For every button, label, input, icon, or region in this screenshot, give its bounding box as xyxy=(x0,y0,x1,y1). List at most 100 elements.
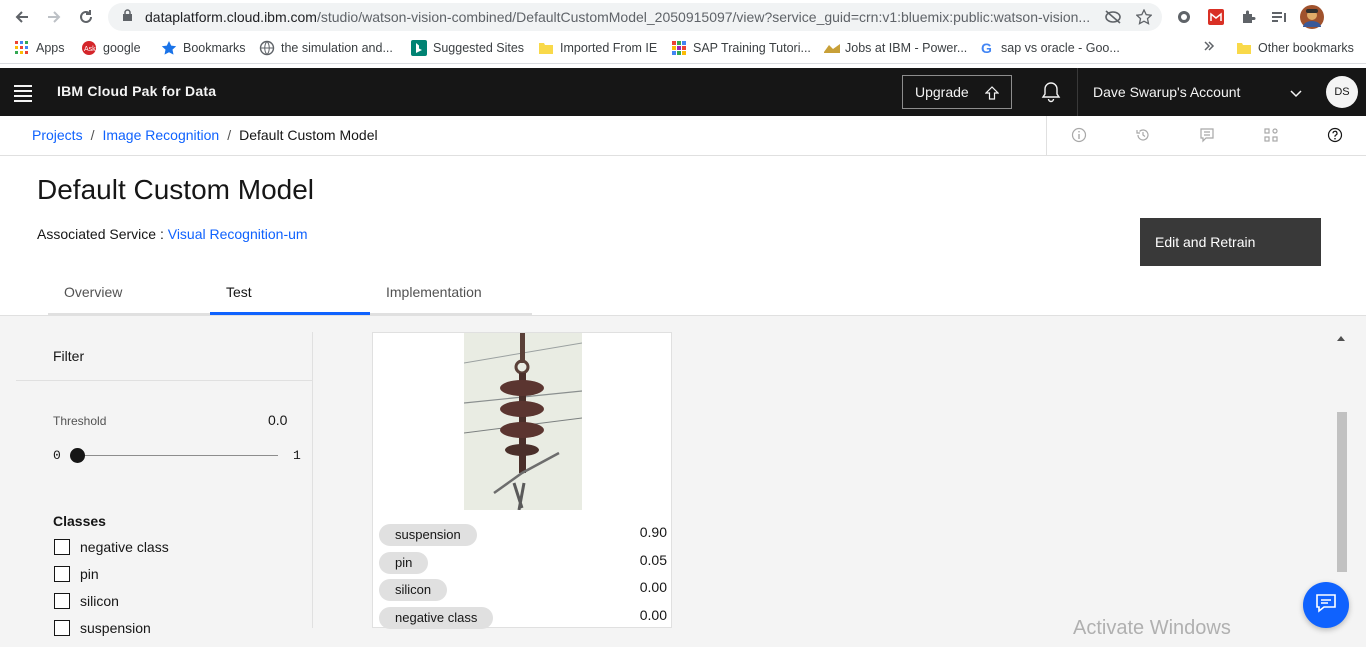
checkbox[interactable] xyxy=(54,593,70,609)
result-card[interactable]: suspension 0.90 pin 0.05 silicon 0.00 ne… xyxy=(372,332,672,629)
classes-label: Classes xyxy=(53,513,106,529)
breadcrumb-bar: Projects / Image Recognition / Default C… xyxy=(0,116,1366,156)
slider-max-label: 1 xyxy=(293,448,301,463)
associated-service-link[interactable]: Visual Recognition-um xyxy=(168,226,308,242)
app-header: IBM Cloud Pak for Data Upgrade Dave Swar… xyxy=(0,68,1366,116)
bookmark-suggested-sites[interactable]: Suggested Sites xyxy=(411,40,524,56)
score-value: 0.00 xyxy=(639,607,667,623)
bookmark-sap-training[interactable]: SAP Training Tutori... xyxy=(671,40,811,56)
bookmark-jobs-ibm[interactable]: Jobs at IBM - Power... xyxy=(823,40,967,56)
bookmark-label: the simulation and... xyxy=(281,41,393,55)
bookmark-google[interactable]: Ask google xyxy=(81,40,141,56)
help-icon[interactable] xyxy=(1327,127,1345,145)
associated-service: Associated Service : Visual Recognition-… xyxy=(37,226,308,242)
globe-icon xyxy=(259,40,275,56)
breadcrumb-projects[interactable]: Projects xyxy=(32,127,83,143)
eye-off-icon[interactable] xyxy=(1102,6,1124,28)
threshold-value: 0.0 xyxy=(268,412,288,428)
browser-toolbar: dataplatform.cloud.ibm.com/studio/watson… xyxy=(0,0,1366,34)
score-row: silicon 0.00 xyxy=(379,579,667,601)
apps-grid-icon xyxy=(14,40,30,56)
breadcrumb-separator: / xyxy=(227,127,232,143)
bookmark-imported-ie[interactable]: Imported From IE xyxy=(538,40,657,56)
bookmark-simulation[interactable]: the simulation and... xyxy=(259,40,393,56)
bookmark-sap-vs-oracle[interactable]: Gsap vs oracle - Goo... xyxy=(979,40,1120,56)
bookmark-label: Suggested Sites xyxy=(433,41,525,55)
bookmark-label: Jobs at IBM - Power... xyxy=(845,41,968,55)
checkbox[interactable] xyxy=(54,620,70,636)
account-switcher[interactable]: Dave Swarup's Account xyxy=(1077,68,1315,116)
tab-list: Overview Test Implementation xyxy=(48,276,532,316)
class-label: pin xyxy=(80,566,99,582)
tab-implementation[interactable]: Implementation xyxy=(370,276,532,315)
upgrade-arrow-icon xyxy=(984,85,1000,104)
breadcrumb-separator: / xyxy=(90,127,95,143)
profile-avatar-icon[interactable] xyxy=(1300,5,1324,29)
toolbar-icons xyxy=(1046,116,1366,155)
threshold-slider-track[interactable] xyxy=(78,455,278,456)
menu-icon[interactable] xyxy=(14,82,34,102)
class-tag: pin xyxy=(379,552,429,574)
chat-button[interactable] xyxy=(1303,582,1349,628)
back-icon[interactable] xyxy=(11,6,33,28)
threshold-label: Threshold xyxy=(53,414,107,428)
more-bookmarks-icon[interactable] xyxy=(1203,40,1215,52)
address-bar[interactable]: dataplatform.cloud.ibm.com/studio/watson… xyxy=(108,3,1162,31)
forward-icon[interactable] xyxy=(43,6,65,28)
upgrade-button[interactable]: Upgrade xyxy=(902,75,1012,109)
star-icon[interactable] xyxy=(1133,6,1155,28)
tab-test[interactable]: Test xyxy=(210,276,370,315)
class-label: negative class xyxy=(80,539,169,555)
bookmark-other[interactable]: Other bookmarks xyxy=(1236,40,1354,56)
media-queue-icon[interactable] xyxy=(1268,6,1290,28)
info-icon[interactable] xyxy=(1071,127,1089,145)
test-image xyxy=(464,333,582,510)
class-checkbox-pin[interactable]: pin xyxy=(54,565,99,583)
bookmark-apps[interactable]: Apps xyxy=(14,40,65,56)
class-tag: negative class xyxy=(379,607,494,629)
breadcrumb-image-recognition[interactable]: Image Recognition xyxy=(102,127,219,143)
scrollbar-thumb[interactable] xyxy=(1337,412,1347,572)
notification-bell-icon[interactable] xyxy=(1041,81,1063,103)
class-checkbox-negative-class[interactable]: negative class xyxy=(54,538,169,556)
extension-circle-icon[interactable] xyxy=(1173,6,1195,28)
avatar[interactable]: DS xyxy=(1326,76,1358,108)
product-name[interactable]: IBM Cloud Pak for Data xyxy=(57,83,216,99)
filter-panel: Filter Threshold 0.0 0 1 Classes negativ… xyxy=(16,332,313,636)
class-checkbox-suspension[interactable]: suspension xyxy=(54,619,151,637)
star-icon xyxy=(161,40,177,56)
extension-red-icon[interactable] xyxy=(1205,6,1227,28)
ask-icon: Ask xyxy=(81,40,97,56)
puzzle-icon[interactable] xyxy=(1237,6,1259,28)
breadcrumb-current: Default Custom Model xyxy=(239,127,378,143)
bookmark-bookmarks[interactable]: Bookmarks xyxy=(161,40,246,56)
bookmark-label: Imported From IE xyxy=(560,41,658,55)
checkbox[interactable] xyxy=(54,566,70,582)
grid-icon xyxy=(671,40,687,56)
svg-text:G: G xyxy=(981,40,992,56)
folder-icon xyxy=(1236,40,1252,56)
google-icon: G xyxy=(979,40,995,56)
class-tag: silicon xyxy=(379,579,448,601)
class-label: suspension xyxy=(80,620,151,636)
class-checkbox-silicon[interactable]: silicon xyxy=(54,592,119,610)
checkbox[interactable] xyxy=(54,539,70,555)
tab-overview[interactable]: Overview xyxy=(48,276,210,315)
bookmark-label: Apps xyxy=(36,41,65,55)
score-value: 0.90 xyxy=(639,524,667,540)
bookmark-label: google xyxy=(103,41,141,55)
associated-service-label: Associated Service : xyxy=(37,226,168,242)
score-row: negative class 0.00 xyxy=(379,607,667,629)
chat-icon xyxy=(1315,593,1337,618)
scroll-up-arrow-icon[interactable] xyxy=(1337,336,1345,341)
edit-and-retrain-button[interactable]: Edit and Retrain xyxy=(1140,218,1321,266)
reload-icon[interactable] xyxy=(75,6,97,28)
history-icon[interactable] xyxy=(1135,127,1153,145)
apps-icon[interactable] xyxy=(1263,127,1281,145)
activate-windows-watermark: Activate Windows xyxy=(1073,617,1231,639)
url-path: /studio/watson-vision-combined/DefaultCu… xyxy=(316,9,1091,25)
bookmarks-bar: Apps Ask google Bookmarks the simulation … xyxy=(0,34,1366,64)
comment-icon[interactable] xyxy=(1199,127,1217,145)
bookmark-label: Other bookmarks xyxy=(1258,41,1354,55)
threshold-slider-thumb[interactable] xyxy=(70,448,85,463)
